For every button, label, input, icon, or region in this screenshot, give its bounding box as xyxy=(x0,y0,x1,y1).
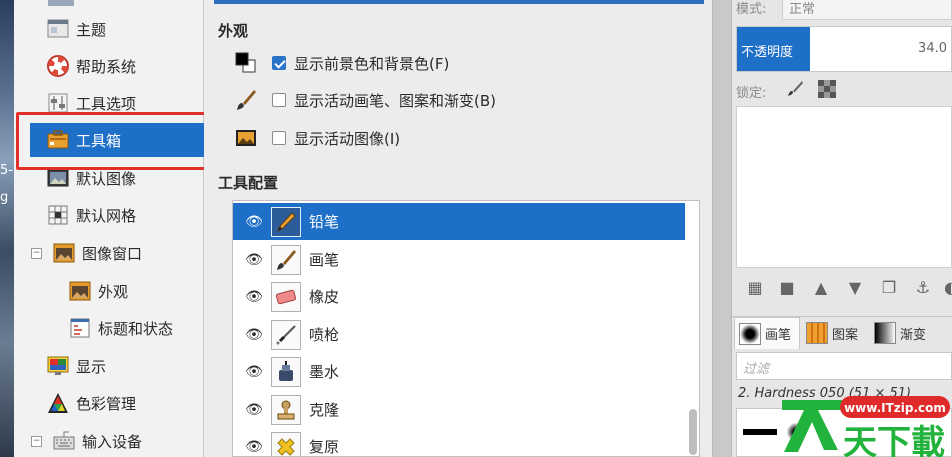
tree-item-input-devices[interactable]: 输入设备 xyxy=(52,424,142,457)
folder-icon[interactable]: ■ xyxy=(776,276,798,298)
tree-item-image-window[interactable]: 图像窗口 xyxy=(52,236,142,270)
opacity-value: 34.0 xyxy=(918,41,947,56)
tool-row-pencil[interactable]: 👁 铅笔 xyxy=(233,203,685,240)
option-show-brush-pattern-gradient[interactable]: 显示活动画笔、图案和渐变(B) xyxy=(234,85,496,115)
tree-item-title-status[interactable]: 标题和状态 xyxy=(68,311,173,345)
eye-icon[interactable]: 👁 xyxy=(241,214,267,230)
desktop-text: g xyxy=(0,190,9,205)
layers-list[interactable] xyxy=(736,106,952,268)
new-layer-icon[interactable]: ▦ xyxy=(744,276,766,298)
option-show-fg-bg[interactable]: 显示前景色和背景色(F) xyxy=(234,48,449,78)
resource-tabs: 画笔 图案 渐变 xyxy=(732,316,952,349)
opacity-slider[interactable]: 不透明度 34.0 xyxy=(736,26,952,72)
collapse-toggle[interactable]: − xyxy=(31,248,42,259)
tool-row-ink[interactable]: 👁 墨水 xyxy=(233,353,685,390)
toolbox-settings-panel: 外观 显示前景色和背景色(F) 显示活动画笔、图案和渐变(B) 显示活动图像(I… xyxy=(204,0,712,457)
watermark-brand: 天下載 xyxy=(843,423,945,457)
display-icon xyxy=(47,356,69,375)
desktop-text: 5- xyxy=(0,163,13,178)
brush-icon xyxy=(739,322,761,345)
annotation-highlight-box xyxy=(16,112,219,170)
tree-item-default-grid[interactable]: 默认网格 xyxy=(46,198,136,232)
tool-row-heal[interactable]: 👁 复原 xyxy=(233,428,685,456)
mode-label: 模式: xyxy=(736,2,767,17)
tool-row-clone[interactable]: 👁 克隆 xyxy=(233,391,685,428)
theme-icon xyxy=(47,19,69,38)
eye-icon[interactable]: 👁 xyxy=(241,289,267,305)
image-window-icon xyxy=(53,243,75,263)
pencil-icon xyxy=(271,206,301,237)
tree-item-help-system[interactable]: 帮助系统 xyxy=(46,49,136,83)
arrow-up-icon[interactable]: ▲ xyxy=(810,276,832,298)
expand-toggle[interactable]: − xyxy=(31,436,42,447)
clone-stamp-icon xyxy=(271,394,301,425)
anchor-icon[interactable]: ⚓ xyxy=(912,276,934,298)
lock-label: 锁定: xyxy=(736,86,767,101)
pattern-icon xyxy=(806,322,828,344)
partial-icon xyxy=(48,0,74,6)
mode-select[interactable]: 正常 xyxy=(782,0,952,20)
appearance-section-title: 外观 xyxy=(218,22,249,40)
lock-paint-icon[interactable] xyxy=(786,80,804,98)
fg-bg-color-icon xyxy=(235,52,256,73)
checkbox-checked[interactable] xyxy=(272,56,286,70)
active-image-icon xyxy=(236,130,256,146)
lock-alpha-icon[interactable] xyxy=(818,80,836,98)
input-device-icon xyxy=(53,431,75,450)
grid-icon xyxy=(48,205,68,225)
tab-brushes[interactable]: 画笔 xyxy=(734,317,800,349)
tool-row-airbrush[interactable]: 👁 喷枪 xyxy=(233,316,685,353)
preferences-category-tree: 主题 帮助系统 工具选项 工具箱 默认图像 默认网格 − 图像窗口 外观 标题和… xyxy=(14,0,204,457)
lifebuoy-icon xyxy=(47,55,69,77)
heal-icon xyxy=(271,431,301,456)
checkbox-unchecked[interactable] xyxy=(272,93,286,107)
eye-icon[interactable]: 👁 xyxy=(241,402,267,418)
arrow-down-icon[interactable]: ▼ xyxy=(844,276,866,298)
tree-item-appearance[interactable]: 外观 xyxy=(68,274,128,308)
paintbrush-icon xyxy=(271,244,301,275)
checkbox-unchecked[interactable] xyxy=(272,131,286,145)
eye-icon[interactable]: 👁 xyxy=(241,364,267,380)
tool-config-section-title: 工具配置 xyxy=(218,174,279,192)
eraser-icon xyxy=(271,281,301,312)
gradient-icon xyxy=(874,322,896,344)
panel-divider[interactable] xyxy=(712,0,732,457)
tab-patterns[interactable]: 图案 xyxy=(802,317,870,349)
eye-icon[interactable]: 👁 xyxy=(241,252,267,268)
opacity-label: 不透明度 xyxy=(741,45,794,60)
title-status-icon xyxy=(70,318,90,338)
tool-row-paintbrush[interactable]: 👁 画笔 xyxy=(233,241,685,278)
color-management-icon xyxy=(48,393,68,413)
tree-item-color-management[interactable]: 色彩管理 xyxy=(46,386,136,420)
desktop-background: 5- g xyxy=(0,0,14,457)
list-scrollbar[interactable] xyxy=(689,409,697,455)
paintbrush-icon xyxy=(237,90,256,110)
ink-icon xyxy=(271,356,301,387)
eye-icon[interactable]: 👁 xyxy=(241,327,267,343)
tree-item-display[interactable]: 显示 xyxy=(46,349,106,383)
image-window-icon xyxy=(69,281,91,301)
watermark-logo: www.ITzip.com 天下載 xyxy=(782,396,950,457)
watermark: www.ITzip.com 天下載 xyxy=(776,382,952,457)
filter-input[interactable]: 过滤 xyxy=(736,352,952,380)
partial-icon[interactable]: ◐ xyxy=(940,276,952,298)
frame-border xyxy=(214,0,704,4)
airbrush-icon xyxy=(271,319,301,350)
mode-value: 正常 xyxy=(789,2,816,17)
tab-gradients[interactable]: 渐变 xyxy=(870,317,938,349)
duplicate-icon[interactable]: ❐ xyxy=(878,276,900,298)
brush-sample[interactable] xyxy=(743,429,777,435)
tree-item-theme[interactable]: 主题 xyxy=(46,12,106,46)
tool-row-eraser[interactable]: 👁 橡皮 xyxy=(233,278,685,315)
watermark-url: www.ITzip.com xyxy=(844,401,946,415)
eye-icon[interactable]: 👁 xyxy=(241,439,267,455)
option-show-active-image[interactable]: 显示活动图像(I) xyxy=(234,123,400,153)
tool-config-list[interactable]: 👁 铅笔 👁 画笔 👁 橡皮 👁 喷枪 👁 墨水 👁 克隆 👁 复原 xyxy=(232,200,700,457)
